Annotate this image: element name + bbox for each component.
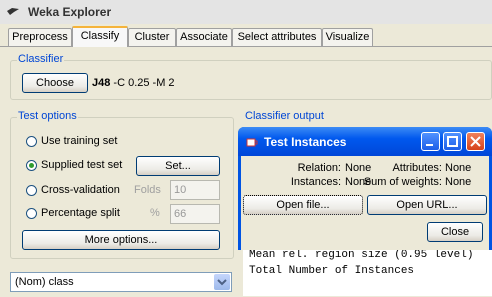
instances-label: Instances:	[290, 176, 341, 188]
open-file-button[interactable]: Open file...	[243, 195, 363, 215]
class-select[interactable]: (Nom) class	[10, 272, 232, 292]
classifier-output-label: Classifier output	[244, 110, 325, 122]
tab-classify[interactable]: Classify	[72, 26, 128, 47]
percent-input[interactable]: 66	[170, 204, 220, 224]
dialog-title-bar[interactable]: Test Instances	[238, 127, 492, 156]
class-select-value: (Nom) class	[15, 276, 74, 288]
maximize-icon	[447, 136, 458, 147]
test-options-group-label: Test options	[17, 110, 78, 122]
test-instances-dialog: Test Instances Relation: None Attributes…	[238, 127, 492, 250]
minimize-icon	[426, 144, 433, 146]
supplied-test-set-radio[interactable]	[26, 160, 37, 171]
more-options-button[interactable]: More options...	[22, 230, 220, 250]
classifier-output-text[interactable]: Mean rel. region size (0.95 level) Total…	[243, 244, 492, 296]
weka-bird-icon	[7, 8, 19, 15]
attributes-value: None	[445, 162, 472, 174]
output-line: Mean rel. region size (0.95 level)	[249, 249, 474, 261]
classifier-group-label: Classifier	[17, 53, 65, 65]
use-training-set-label: Use training set	[41, 135, 118, 147]
tab-preprocess[interactable]: Preprocess	[8, 28, 72, 46]
class-select-dropdown-button[interactable]	[214, 274, 230, 290]
chevron-down-icon	[217, 279, 227, 286]
relation-value: None	[345, 162, 372, 174]
use-training-set-radio[interactable]	[26, 136, 37, 147]
close-icon	[470, 136, 481, 147]
sum-of-weights-label: Sum of weights:	[363, 176, 442, 188]
open-url-button[interactable]: Open URL...	[367, 195, 487, 215]
maximize-button[interactable]	[443, 132, 462, 151]
close-button[interactable]: Close	[427, 222, 483, 242]
choose-button[interactable]: Choose	[22, 73, 88, 93]
classifier-spec[interactable]: J48 -C 0.25 -M 2	[92, 77, 175, 89]
supplied-test-set-label: Supplied test set	[41, 159, 123, 171]
dialog-body: Relation: None Attributes: None Instance…	[241, 156, 489, 250]
percentage-split-label: Percentage split	[41, 207, 120, 219]
dialog-title: Test Instances	[264, 135, 347, 149]
minimize-button[interactable]	[421, 132, 440, 151]
set-test-set-button[interactable]: Set...	[136, 156, 220, 176]
folds-input[interactable]: 10	[170, 180, 220, 200]
percent-symbol: %	[150, 207, 160, 219]
percentage-split-radio[interactable]	[26, 208, 37, 219]
output-line: Total Number of Instances	[249, 265, 415, 277]
tab-select-attributes[interactable]: Select attributes	[232, 28, 322, 46]
close-window-button[interactable]	[466, 132, 485, 151]
classifier-options: -C 0.25 -M 2	[113, 77, 175, 89]
window-title-bar[interactable]: Weka Explorer	[0, 0, 492, 24]
classifier-name: J48	[92, 77, 111, 89]
java-cup-icon	[246, 138, 258, 147]
cross-validation-label: Cross-validation	[41, 184, 120, 196]
attributes-label: Attributes:	[392, 162, 442, 174]
tab-cluster[interactable]: Cluster	[128, 28, 176, 46]
tab-visualize[interactable]: Visualize	[322, 28, 373, 46]
relation-label: Relation:	[297, 162, 341, 174]
sum-of-weights-value: None	[445, 176, 472, 188]
folds-label: Folds	[134, 184, 161, 196]
cross-validation-radio[interactable]	[26, 185, 37, 196]
window-title: Weka Explorer	[28, 5, 112, 19]
tab-associate[interactable]: Associate	[176, 28, 232, 46]
